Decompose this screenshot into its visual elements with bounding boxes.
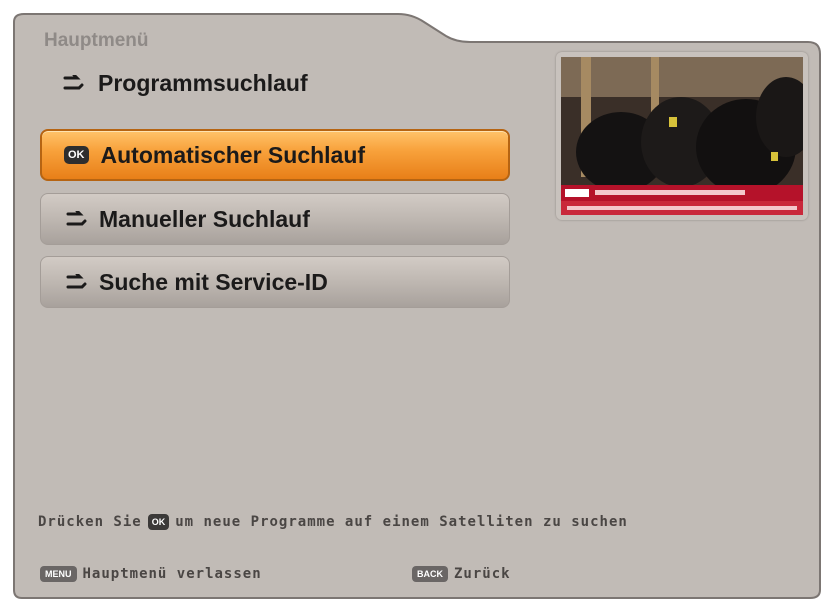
footer-menu-label: Hauptmenü verlassen xyxy=(82,566,262,582)
tv-preview xyxy=(556,52,808,220)
page-title-row: Programmsuchlauf xyxy=(60,66,308,100)
arrow-icon xyxy=(66,274,87,289)
tv-preview-image xyxy=(561,57,803,215)
breadcrumb: Hauptmenü xyxy=(44,30,149,51)
footer-menu-action[interactable]: MENU Hauptmenü verlassen xyxy=(40,564,262,584)
back-key-icon: BACK xyxy=(412,566,448,582)
hint-text: Drücken Sie OK um neue Programme auf ein… xyxy=(38,512,628,532)
menu-key-icon: MENU xyxy=(40,566,77,582)
ok-key-icon: OK xyxy=(64,146,89,164)
page-title: Programmsuchlauf xyxy=(98,69,308,96)
footer-back-label: Zurück xyxy=(454,566,511,582)
menu-item-manueller-suchlauf[interactable]: Manueller Suchlauf xyxy=(40,193,510,245)
menu-item-label: Suche mit Service-ID xyxy=(99,268,328,295)
hint-before: Drücken Sie xyxy=(38,514,142,530)
menu-item-automatischer-suchlauf[interactable]: OK Automatischer Suchlauf xyxy=(40,129,510,181)
menu-item-label: Automatischer Suchlauf xyxy=(100,141,366,168)
hint-after: um neue Programme auf einem Satelliten z… xyxy=(175,514,628,530)
menu-item-label: Manueller Suchlauf xyxy=(99,205,310,232)
footer-back-action[interactable]: BACK Zurück xyxy=(412,564,511,584)
arrow-icon xyxy=(63,75,84,90)
menu-item-suche-mit-service-id[interactable]: Suche mit Service-ID xyxy=(40,256,510,308)
arrow-icon xyxy=(66,211,87,226)
ok-key-icon: OK xyxy=(147,514,170,530)
